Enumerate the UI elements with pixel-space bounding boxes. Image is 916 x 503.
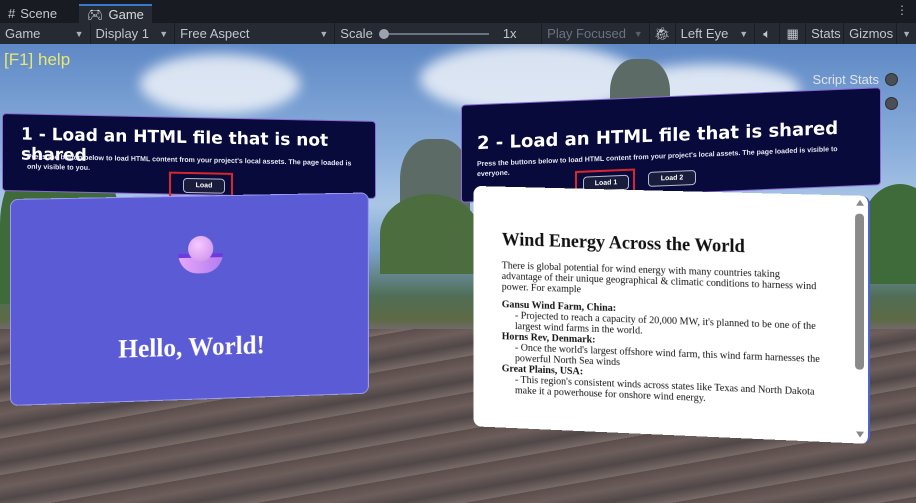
- sky-cloud: [140, 54, 300, 114]
- view-select[interactable]: Game ▼: [0, 23, 91, 44]
- bug-icon: 🐞︎: [653, 25, 671, 41]
- scenery-hill: [380, 194, 480, 274]
- scroll-down-icon[interactable]: [856, 431, 865, 438]
- stats-button[interactable]: Stats: [806, 23, 845, 44]
- scrollbar-thumb[interactable]: [855, 213, 865, 370]
- play-mode-value: Play Focused: [547, 26, 626, 41]
- grid-icon: #: [8, 6, 16, 21]
- editor-tab-bar: # Scene 🎮︎ Game ⋮: [0, 0, 916, 23]
- toggle-icon: [885, 97, 898, 110]
- scale-label: Scale: [340, 26, 373, 41]
- panel-shared-content[interactable]: Wind Energy Across the World There is gl…: [473, 185, 870, 444]
- chevron-down-icon: ▼: [739, 28, 749, 39]
- tab-scene[interactable]: # Scene: [0, 4, 78, 23]
- scale-slider[interactable]: [378, 28, 489, 39]
- play-mode-select[interactable]: Play Focused ▼: [542, 23, 650, 44]
- tab-game-label: Game: [108, 7, 144, 22]
- eye-select[interactable]: Left Eye ▼: [676, 23, 756, 44]
- keyboard-icon: ▦: [786, 25, 799, 41]
- game-view-toolbar: Game ▼ Display 1 ▼ Free Aspect ▼ Scale 1…: [0, 23, 916, 44]
- aspect-select-value: Free Aspect: [180, 26, 250, 41]
- display-select-value: Display 1: [95, 26, 150, 41]
- gizmos-button[interactable]: Gizmos: [844, 23, 896, 44]
- script-stats-toggle[interactable]: Script Stats: [813, 72, 898, 87]
- gamepad-icon: 🎮︎: [87, 6, 104, 22]
- tab-game[interactable]: 🎮︎ Game: [79, 4, 152, 23]
- script-stats-label: Script Stats: [812, 72, 879, 87]
- chevron-down-icon: ▼: [633, 28, 643, 39]
- chevron-down-icon: ▼: [74, 28, 84, 39]
- more-options-icon[interactable]: ⋮: [896, 4, 908, 16]
- chevron-down-icon: ▼: [159, 28, 169, 39]
- wind-farm-list: Gansu Wind Farm, China: - Projected to r…: [502, 299, 821, 409]
- vertical-scrollbar[interactable]: [855, 199, 865, 438]
- view-select-value: Game: [5, 26, 41, 41]
- scale-control: Scale 1x: [335, 23, 543, 44]
- stats-label: Stats: [811, 26, 841, 41]
- game-viewport[interactable]: [F1] help Script Stats Perf Stats 1 - Lo…: [0, 44, 916, 503]
- help-hint: [F1] help: [4, 50, 71, 69]
- scale-slider-handle[interactable]: [378, 28, 389, 39]
- gizmos-dropdown[interactable]: ▼: [896, 23, 916, 44]
- chevron-down-icon: ▼: [319, 28, 329, 39]
- eye-select-value: Left Eye: [680, 26, 729, 41]
- content-intro: There is global potential for wind energ…: [501, 260, 817, 296]
- speaker-icon: 🔈︎: [763, 25, 772, 41]
- bug-button[interactable]: 🐞︎: [650, 23, 676, 44]
- aspect-select[interactable]: Free Aspect ▼: [175, 23, 336, 44]
- content-heading: Wind Energy Across the World: [501, 229, 745, 258]
- mute-audio-button[interactable]: 🔈︎: [755, 23, 781, 44]
- toggle-icon: [885, 73, 898, 86]
- display-select[interactable]: Display 1 ▼: [91, 23, 176, 44]
- chevron-down-icon: ▼: [902, 28, 911, 39]
- load-2-button[interactable]: Load 2: [648, 169, 696, 187]
- panel-shared-header: 2 - Load an HTML file that is shared Pre…: [461, 87, 881, 203]
- scale-value: 1x: [502, 26, 517, 41]
- content-heading: Hello, World!: [118, 330, 265, 364]
- keyboard-button[interactable]: ▦: [780, 23, 807, 44]
- panel-not-shared-content[interactable]: Hello, World!: [10, 192, 369, 406]
- scale-slider-track: [382, 32, 489, 35]
- gizmos-label: Gizmos: [849, 26, 894, 41]
- panel-not-shared-header: 1 - Load an HTML file that is not shared…: [2, 113, 376, 199]
- scroll-up-icon[interactable]: [856, 199, 865, 206]
- tab-scene-label: Scene: [20, 6, 58, 21]
